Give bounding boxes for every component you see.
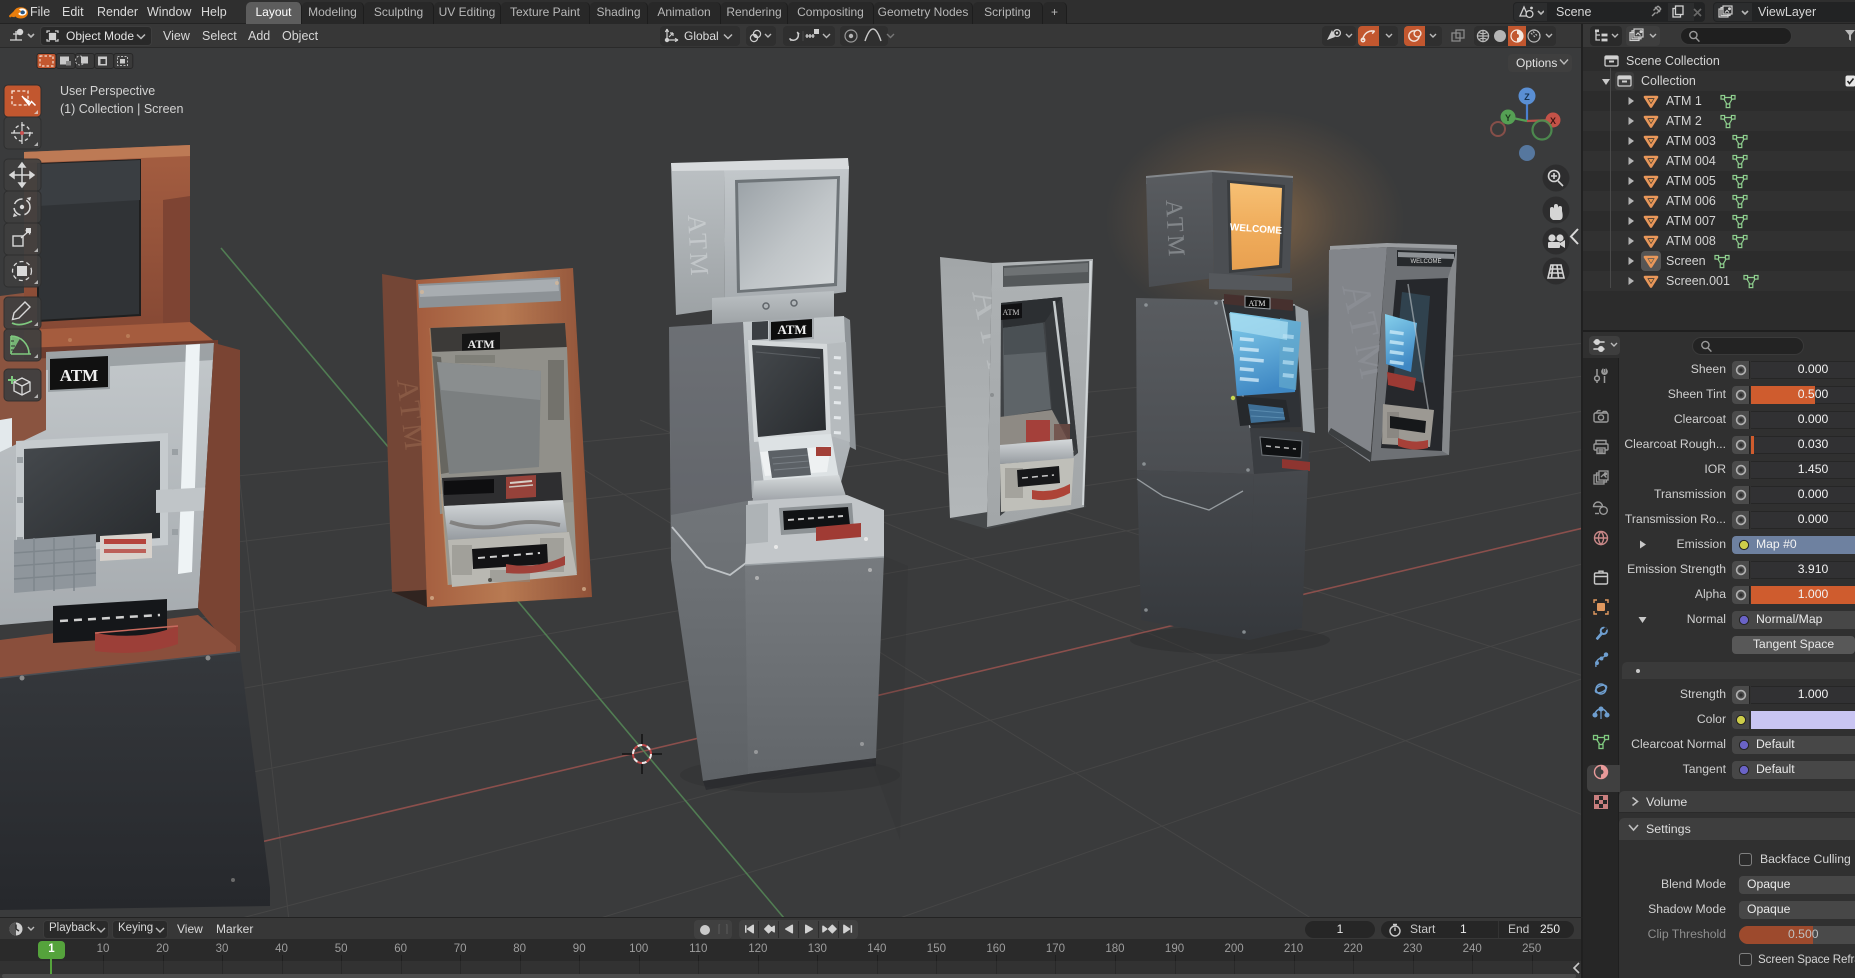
- svg-text:ATM: ATM: [1160, 199, 1189, 260]
- svg-text:Y: Y: [1505, 113, 1511, 123]
- svg-text:Z: Z: [1524, 92, 1530, 102]
- svg-text:WELCOME: WELCOME: [1410, 259, 1441, 265]
- svg-text:Options: Options: [1516, 56, 1557, 70]
- svg-text:ATM: ATM: [777, 322, 806, 337]
- svg-text:ATM: ATM: [1003, 308, 1020, 317]
- svg-text:ATM: ATM: [467, 337, 494, 351]
- svg-text:User Perspective: User Perspective: [60, 84, 155, 98]
- svg-text:ATM: ATM: [60, 366, 98, 385]
- svg-text:(1) Collection | Screen: (1) Collection | Screen: [60, 102, 183, 116]
- svg-text:ATM: ATM: [1249, 299, 1266, 308]
- svg-text:ATM: ATM: [682, 214, 714, 279]
